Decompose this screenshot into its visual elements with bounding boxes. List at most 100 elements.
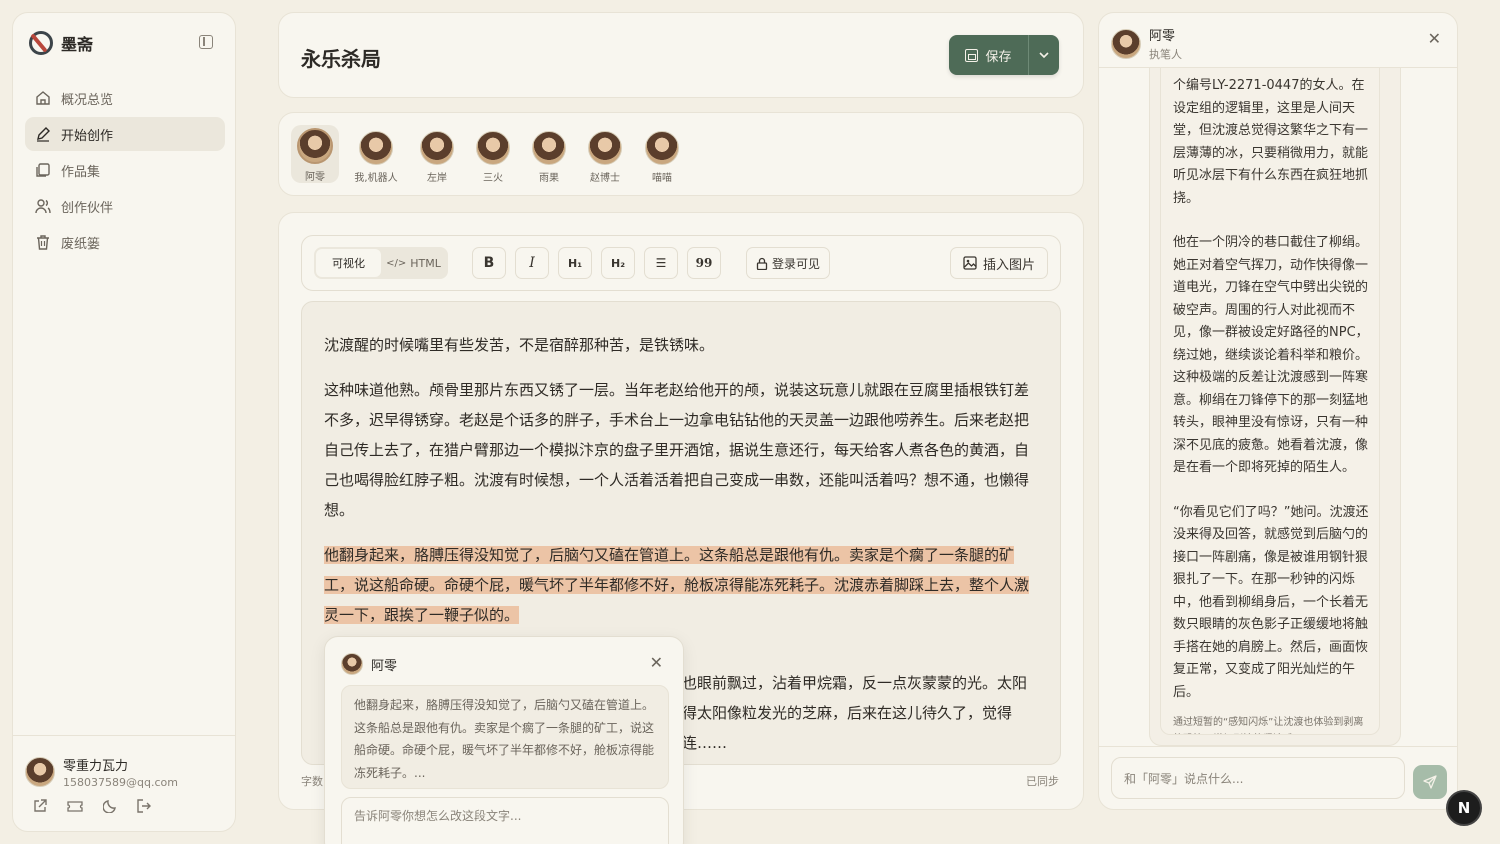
mode-switch: 可视化 </> HTML xyxy=(314,247,448,279)
home-icon xyxy=(36,91,50,105)
chat-name: 阿零 xyxy=(1149,29,1176,44)
logo-mark-icon xyxy=(29,31,53,55)
popup-name: 阿零 xyxy=(371,658,398,674)
character-zuoan[interactable]: 左岸 xyxy=(407,127,467,184)
pen-icon xyxy=(37,127,50,142)
lock-icon xyxy=(756,257,768,270)
user-email: 158037589@qq.com xyxy=(63,776,178,789)
html-mode-label: HTML xyxy=(410,256,441,270)
sidebar-item-collection[interactable]: 作品集 xyxy=(25,153,225,187)
heading1-icon: H₁ xyxy=(567,256,583,270)
list-icon: ☰ xyxy=(655,256,667,270)
heading2-button[interactable]: H₂ xyxy=(601,247,635,279)
character-name: 阿零 xyxy=(305,172,325,183)
login-visible-button[interactable]: 登录可见 xyxy=(746,247,830,279)
character-miaomiao[interactable]: 喵喵 xyxy=(632,127,692,184)
character-aling[interactable]: 阿零 xyxy=(291,125,339,183)
insert-image-label: 插入图片 xyxy=(982,257,1035,273)
heading2-icon: H₂ xyxy=(610,256,626,270)
character-avatar xyxy=(588,131,622,165)
sidebar-item-label: 作品集 xyxy=(61,164,101,180)
quote-icon: 99 xyxy=(695,256,713,270)
bold-button[interactable]: B xyxy=(472,247,506,279)
sidebar-item-partners[interactable]: 创作伙伴 xyxy=(25,189,225,223)
sidebar-item-label: 概况总览 xyxy=(61,92,114,108)
paragraph: 这种味道他熟。颅骨里那片东西又锈了一层。当年老赵给他开的颅，说装这玩意儿就跟在豆… xyxy=(324,381,1030,519)
close-icon[interactable]: ✕ xyxy=(650,655,663,671)
logout-icon[interactable] xyxy=(137,799,151,813)
external-link-icon[interactable] xyxy=(33,799,47,813)
highlighted-paragraph[interactable]: 他翻身起来，胳膊压得没知觉了，后脑勺又磕在管道上。这条船总是跟他有仇。卖家是个瘸… xyxy=(324,546,1030,624)
character-zhao[interactable]: 赵博士 xyxy=(575,127,635,184)
character-name: 雨果 xyxy=(539,173,559,184)
save-icon xyxy=(965,48,979,62)
quote-button[interactable]: 99 xyxy=(687,247,721,279)
character-bar: 阿零 我,机器人 左岸 三火 雨果 赵博士 喵喵 xyxy=(278,112,1084,196)
app-name: 墨斋 xyxy=(61,35,94,54)
sidebar-nav: 概况总览 开始创作 作品集 创作伙伴 废纸篓 xyxy=(25,81,225,261)
character-name: 我,机器人 xyxy=(354,173,398,184)
sidebar: 墨斋 概况总览 开始创作 作品集 创作伙伴 废纸篓 零重力瓦力 15803758… xyxy=(12,12,236,832)
list-button[interactable]: ☰ xyxy=(644,247,678,279)
theme-moon-icon[interactable] xyxy=(103,799,117,813)
collection-icon xyxy=(36,163,50,177)
chat-avatar xyxy=(1111,28,1141,59)
save-button-group: 保存 xyxy=(949,35,1059,75)
inline-edit-popup: 阿零 ✕ 他翻身起来，胳膊压得没知觉了，后脑勺又磕在管道上。这条船总是跟他有仇。… xyxy=(324,636,684,844)
chevron-down-icon xyxy=(1039,52,1049,59)
sync-status: 已同步 xyxy=(1026,775,1059,788)
editor-toolbar: 可视化 </> HTML B I H₁ H₂ ☰ 99 登录可见 插入图片 xyxy=(301,235,1061,291)
character-name: 左岸 xyxy=(427,173,447,184)
message-text: 个编号LY-2271-0447的女人。在设定组的逻辑里，这里是人间天堂，但沈渡总… xyxy=(1173,78,1369,206)
code-icon: </> xyxy=(386,257,407,269)
send-button[interactable] xyxy=(1413,765,1447,799)
trash-icon xyxy=(37,235,49,250)
chat-input[interactable]: 和「阿零」说点什么... xyxy=(1111,757,1405,799)
paragraph: 沈渡醒的时候嘴里有些发苦，不是宿醉那种苦，是铁锈味。 xyxy=(324,336,715,354)
message-bubble: 个编号LY-2271-0447的女人。在设定组的逻辑里，这里是人间天堂，但沈渡总… xyxy=(1160,68,1380,735)
save-button[interactable]: 保存 xyxy=(949,35,1029,75)
character-avatar xyxy=(297,128,333,164)
chat-header: 阿零 执笔人 xyxy=(1111,25,1182,62)
sidebar-divider xyxy=(13,735,235,736)
message-note: 通过短暂的“感知闪烁”让沈渡也体验到剥离的恐怖，增加剧情的紧迫感。 xyxy=(1173,717,1364,728)
sidebar-item-create[interactable]: 开始创作 xyxy=(25,117,225,151)
close-icon[interactable]: ✕ xyxy=(1428,29,1441,48)
heading1-button[interactable]: H₁ xyxy=(558,247,592,279)
ticket-icon[interactable] xyxy=(67,799,83,813)
character-avatar xyxy=(476,131,510,165)
visual-mode-button[interactable]: 可视化 xyxy=(316,249,381,277)
user-profile[interactable]: 零重力瓦力 158037589@qq.com xyxy=(25,755,178,789)
save-label: 保存 xyxy=(985,49,1012,65)
character-avatar xyxy=(532,131,566,165)
insert-image-button[interactable]: 插入图片 xyxy=(950,247,1048,279)
character-robot[interactable]: 我,机器人 xyxy=(346,127,406,184)
floating-action-button[interactable]: N xyxy=(1446,790,1482,826)
popup-instruction-input[interactable]: 告诉阿零你想怎么改这段文字... xyxy=(341,797,669,844)
chat-footer-divider xyxy=(1099,746,1457,747)
login-visible-label: 登录可见 xyxy=(771,256,820,271)
character-yuguo[interactable]: 雨果 xyxy=(519,127,579,184)
sidebar-tools xyxy=(33,799,151,813)
html-mode-button[interactable]: </> HTML xyxy=(381,249,446,277)
character-name: 喵喵 xyxy=(652,173,672,184)
italic-icon: I xyxy=(529,255,535,271)
sidebar-item-label: 开始创作 xyxy=(61,128,114,144)
send-icon xyxy=(1423,775,1437,789)
users-icon xyxy=(35,199,51,214)
character-avatar xyxy=(420,131,454,165)
popup-avatar xyxy=(341,653,363,675)
italic-button[interactable]: I xyxy=(515,247,549,279)
popup-header: 阿零 xyxy=(341,653,397,675)
sidebar-item-trash[interactable]: 废纸篓 xyxy=(25,225,225,259)
character-sanhuo[interactable]: 三火 xyxy=(463,127,523,184)
collapse-sidebar-icon[interactable] xyxy=(199,35,213,49)
bold-icon: B xyxy=(483,255,495,271)
message-list[interactable]: 个编号LY-2271-0447的女人。在设定组的逻辑里，这里是人间天堂，但沈渡总… xyxy=(1149,68,1401,746)
sidebar-item-overview[interactable]: 概况总览 xyxy=(25,81,225,115)
save-dropdown-button[interactable] xyxy=(1029,35,1059,75)
page-title[interactable]: 永乐杀局 xyxy=(301,43,381,72)
message-text: 他在一个阴冷的巷口截住了柳绢。她正对着空气挥刀，动作快得像一道电光，刀锋在空气中… xyxy=(1173,235,1369,475)
app-logo[interactable]: 墨斋 xyxy=(29,31,93,55)
user-name: 零重力瓦力 xyxy=(63,759,129,774)
